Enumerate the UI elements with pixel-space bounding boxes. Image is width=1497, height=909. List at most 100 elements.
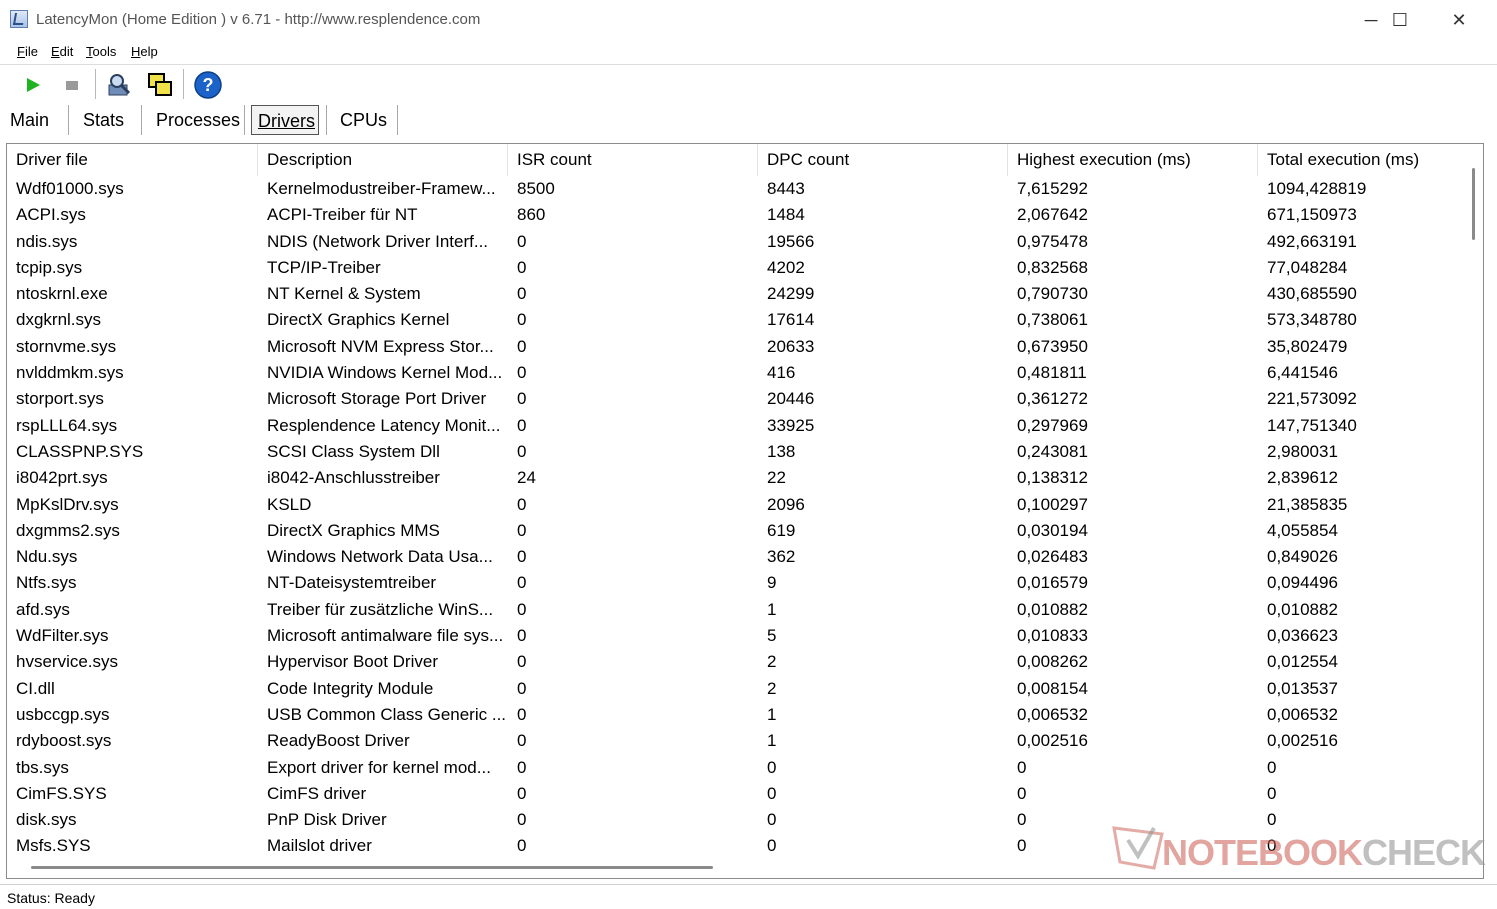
description-cell: Microsoft Storage Port Driver xyxy=(267,389,487,409)
driver-file-cell: tbs.sys xyxy=(16,757,69,777)
highest-execution-cell: 0 xyxy=(1017,783,1027,803)
table-row[interactable]: ntoskrnl.exe NT Kernel & System 0 24299 0,79… xyxy=(7,281,1463,307)
isr-count-cell: 0 xyxy=(517,231,527,251)
driver-file-cell: ntoskrnl.exe xyxy=(16,284,108,304)
total-execution-cell: 0,013537 xyxy=(1267,678,1338,698)
column-header-highest-execution[interactable]: Highest execution (ms) xyxy=(1008,144,1258,176)
tab-stats[interactable]: Stats xyxy=(77,105,130,135)
total-execution-cell: 0,094496 xyxy=(1267,573,1338,593)
table-row[interactable]: dxgkrnl.sys DirectX Graphics Kernel 0 17614… xyxy=(7,307,1463,333)
table-row[interactable]: tbs.sys Export driver for kernel mod... 0 0… xyxy=(7,755,1463,781)
vertical-scrollbar[interactable] xyxy=(1465,144,1483,860)
dpc-count-cell: 19566 xyxy=(767,231,815,251)
highest-execution-cell: 0,100297 xyxy=(1017,494,1088,514)
tab-cpus[interactable]: CPUs xyxy=(334,105,393,135)
tab-processes[interactable]: Processes xyxy=(150,105,246,135)
dpc-count-cell: 1 xyxy=(767,599,777,619)
tab-drivers[interactable]: Drivers xyxy=(251,105,319,135)
total-execution-cell: 492,663191 xyxy=(1267,231,1357,251)
isr-count-cell: 0 xyxy=(517,494,527,514)
total-execution-cell: 221,573092 xyxy=(1267,389,1357,409)
table-row[interactable]: rspLLL64.sys Resplendence Latency Monit..… xyxy=(7,413,1463,439)
table-row[interactable]: dxgmms2.sys DirectX Graphics MMS 0 619 0,030… xyxy=(7,518,1463,544)
table-row[interactable]: afd.sys Treiber für zusätzliche WinS... 0 1… xyxy=(7,597,1463,623)
total-execution-cell: 2,980031 xyxy=(1267,441,1338,461)
close-button[interactable]: ✕ xyxy=(1430,0,1488,40)
dpc-count-cell: 2 xyxy=(767,652,777,672)
table-row[interactable]: nvlddmkm.sys NVIDIA Windows Kernel Mod...… xyxy=(7,360,1463,386)
isr-count-cell: 0 xyxy=(517,573,527,593)
description-cell: DirectX Graphics MMS xyxy=(267,520,440,540)
isr-count-cell: 0 xyxy=(517,336,527,356)
table-row[interactable]: ndis.sys NDIS (Network Driver Interf... 0 1… xyxy=(7,229,1463,255)
table-row[interactable]: stornvme.sys Microsoft NVM Express Stor..… xyxy=(7,334,1463,360)
driver-file-cell: Wdf01000.sys xyxy=(16,179,124,198)
column-header-dpc-count[interactable]: DPC count xyxy=(758,144,1008,176)
vertical-scroll-thumb[interactable] xyxy=(1472,168,1475,240)
total-execution-cell: 0,012554 xyxy=(1267,652,1338,672)
driver-file-cell: stornvme.sys xyxy=(16,336,117,356)
total-execution-cell: 0,006532 xyxy=(1267,704,1338,724)
menu-help[interactable]: Help xyxy=(131,44,158,59)
isr-count-cell: 0 xyxy=(517,257,527,277)
table-row[interactable]: tcpip.sys TCP/IP-Treiber 0 4202 0,832568 77,0… xyxy=(7,255,1463,281)
total-execution-cell: 0,002516 xyxy=(1267,731,1338,751)
isr-count-cell: 0 xyxy=(517,389,527,409)
search-tool-icon[interactable] xyxy=(104,70,134,100)
isr-count-cell: 0 xyxy=(517,626,527,646)
menu-tools[interactable]: Tools xyxy=(86,44,116,59)
table-row[interactable]: Ntfs.sys NT-Dateisystemtreiber 0 9 0,016579 0… xyxy=(7,570,1463,596)
table-header: Driver file Description ISR count DPC co… xyxy=(7,144,1463,176)
play-icon[interactable] xyxy=(18,70,48,100)
total-execution-cell: 147,751340 xyxy=(1267,415,1357,435)
column-header-total-execution[interactable]: Total execution (ms) xyxy=(1258,144,1463,176)
table-row[interactable]: CI.dll Code Integrity Module 0 2 0,008154 0,0… xyxy=(7,676,1463,702)
highest-execution-cell: 0,010882 xyxy=(1017,599,1088,619)
driver-file-cell: ACPI.sys xyxy=(16,205,86,225)
isr-count-cell: 0 xyxy=(517,652,527,672)
column-header-description[interactable]: Description xyxy=(258,144,508,176)
table-row[interactable]: ACPI.sys ACPI-Treiber für NT 860 1484 2,0676… xyxy=(7,202,1463,228)
column-header-driver-file[interactable]: Driver file xyxy=(7,144,258,176)
total-execution-cell: 0 xyxy=(1267,757,1277,777)
table-row[interactable]: Ndu.sys Windows Network Data Usa... 0 362 0,… xyxy=(7,544,1463,570)
highest-execution-cell: 0 xyxy=(1017,757,1027,777)
menu-edit[interactable]: Edit xyxy=(51,44,73,59)
toolbar-separator xyxy=(183,69,184,99)
table-row[interactable]: CimFS.SYS CimFS driver 0 0 0 0 xyxy=(7,781,1463,807)
windows-icon[interactable] xyxy=(145,70,175,100)
driver-file-cell: CLASSPNP.SYS xyxy=(16,441,144,461)
dpc-count-cell: 4202 xyxy=(767,257,805,277)
table-row[interactable]: MpKslDrv.sys KSLD 0 2096 0,100297 21,385835 xyxy=(7,492,1463,518)
help-icon[interactable]: ? xyxy=(193,70,223,100)
description-cell: PnP Disk Driver xyxy=(267,810,387,830)
isr-count-cell: 0 xyxy=(517,731,527,751)
table-row[interactable]: rdyboost.sys ReadyBoost Driver 0 1 0,002516 0… xyxy=(7,728,1463,754)
maximize-button[interactable]: ☐ xyxy=(1371,0,1429,40)
column-header-isr-count[interactable]: ISR count xyxy=(508,144,758,176)
isr-count-cell: 860 xyxy=(517,205,546,225)
table-row[interactable]: Wdf01000.sys Kernelmodustreiber-Framew...… xyxy=(7,176,1463,202)
horizontal-scroll-thumb[interactable] xyxy=(31,866,713,869)
highest-execution-cell: 0,738061 xyxy=(1017,310,1088,330)
description-cell: Hypervisor Boot Driver xyxy=(267,652,438,672)
total-execution-cell: 0,036623 xyxy=(1267,626,1338,646)
table-row[interactable]: WdFilter.sys Microsoft antimalware file s… xyxy=(7,623,1463,649)
table-row[interactable]: CLASSPNP.SYS SCSI Class System Dll 0 138 0,2… xyxy=(7,439,1463,465)
menu-bar: File Edit Tools Help xyxy=(0,40,1497,65)
watermark-text: NOTEBOOKCHECK xyxy=(1162,832,1486,873)
drivers-list[interactable]: Driver file Description ISR count DPC co… xyxy=(6,143,1484,879)
total-execution-cell: 1094,428819 xyxy=(1267,179,1367,198)
tab-separator xyxy=(68,105,69,135)
tab-main[interactable]: Main xyxy=(4,105,55,135)
table-row[interactable]: storport.sys Microsoft Storage Port Drive… xyxy=(7,386,1463,412)
dpc-count-cell: 1 xyxy=(767,704,777,724)
stop-icon[interactable] xyxy=(57,70,87,100)
table-row[interactable]: usbccgp.sys USB Common Class Generic ... 0… xyxy=(7,702,1463,728)
table-row[interactable]: i8042prt.sys i8042-Anschlusstreiber 24 22 0,… xyxy=(7,465,1463,491)
table-row[interactable]: hvservice.sys Hypervisor Boot Driver 0 2 0,0… xyxy=(7,649,1463,675)
isr-count-cell: 0 xyxy=(517,415,527,435)
highest-execution-cell: 0,975478 xyxy=(1017,231,1088,251)
driver-file-cell: ndis.sys xyxy=(16,231,78,251)
menu-file[interactable]: File xyxy=(17,44,38,59)
